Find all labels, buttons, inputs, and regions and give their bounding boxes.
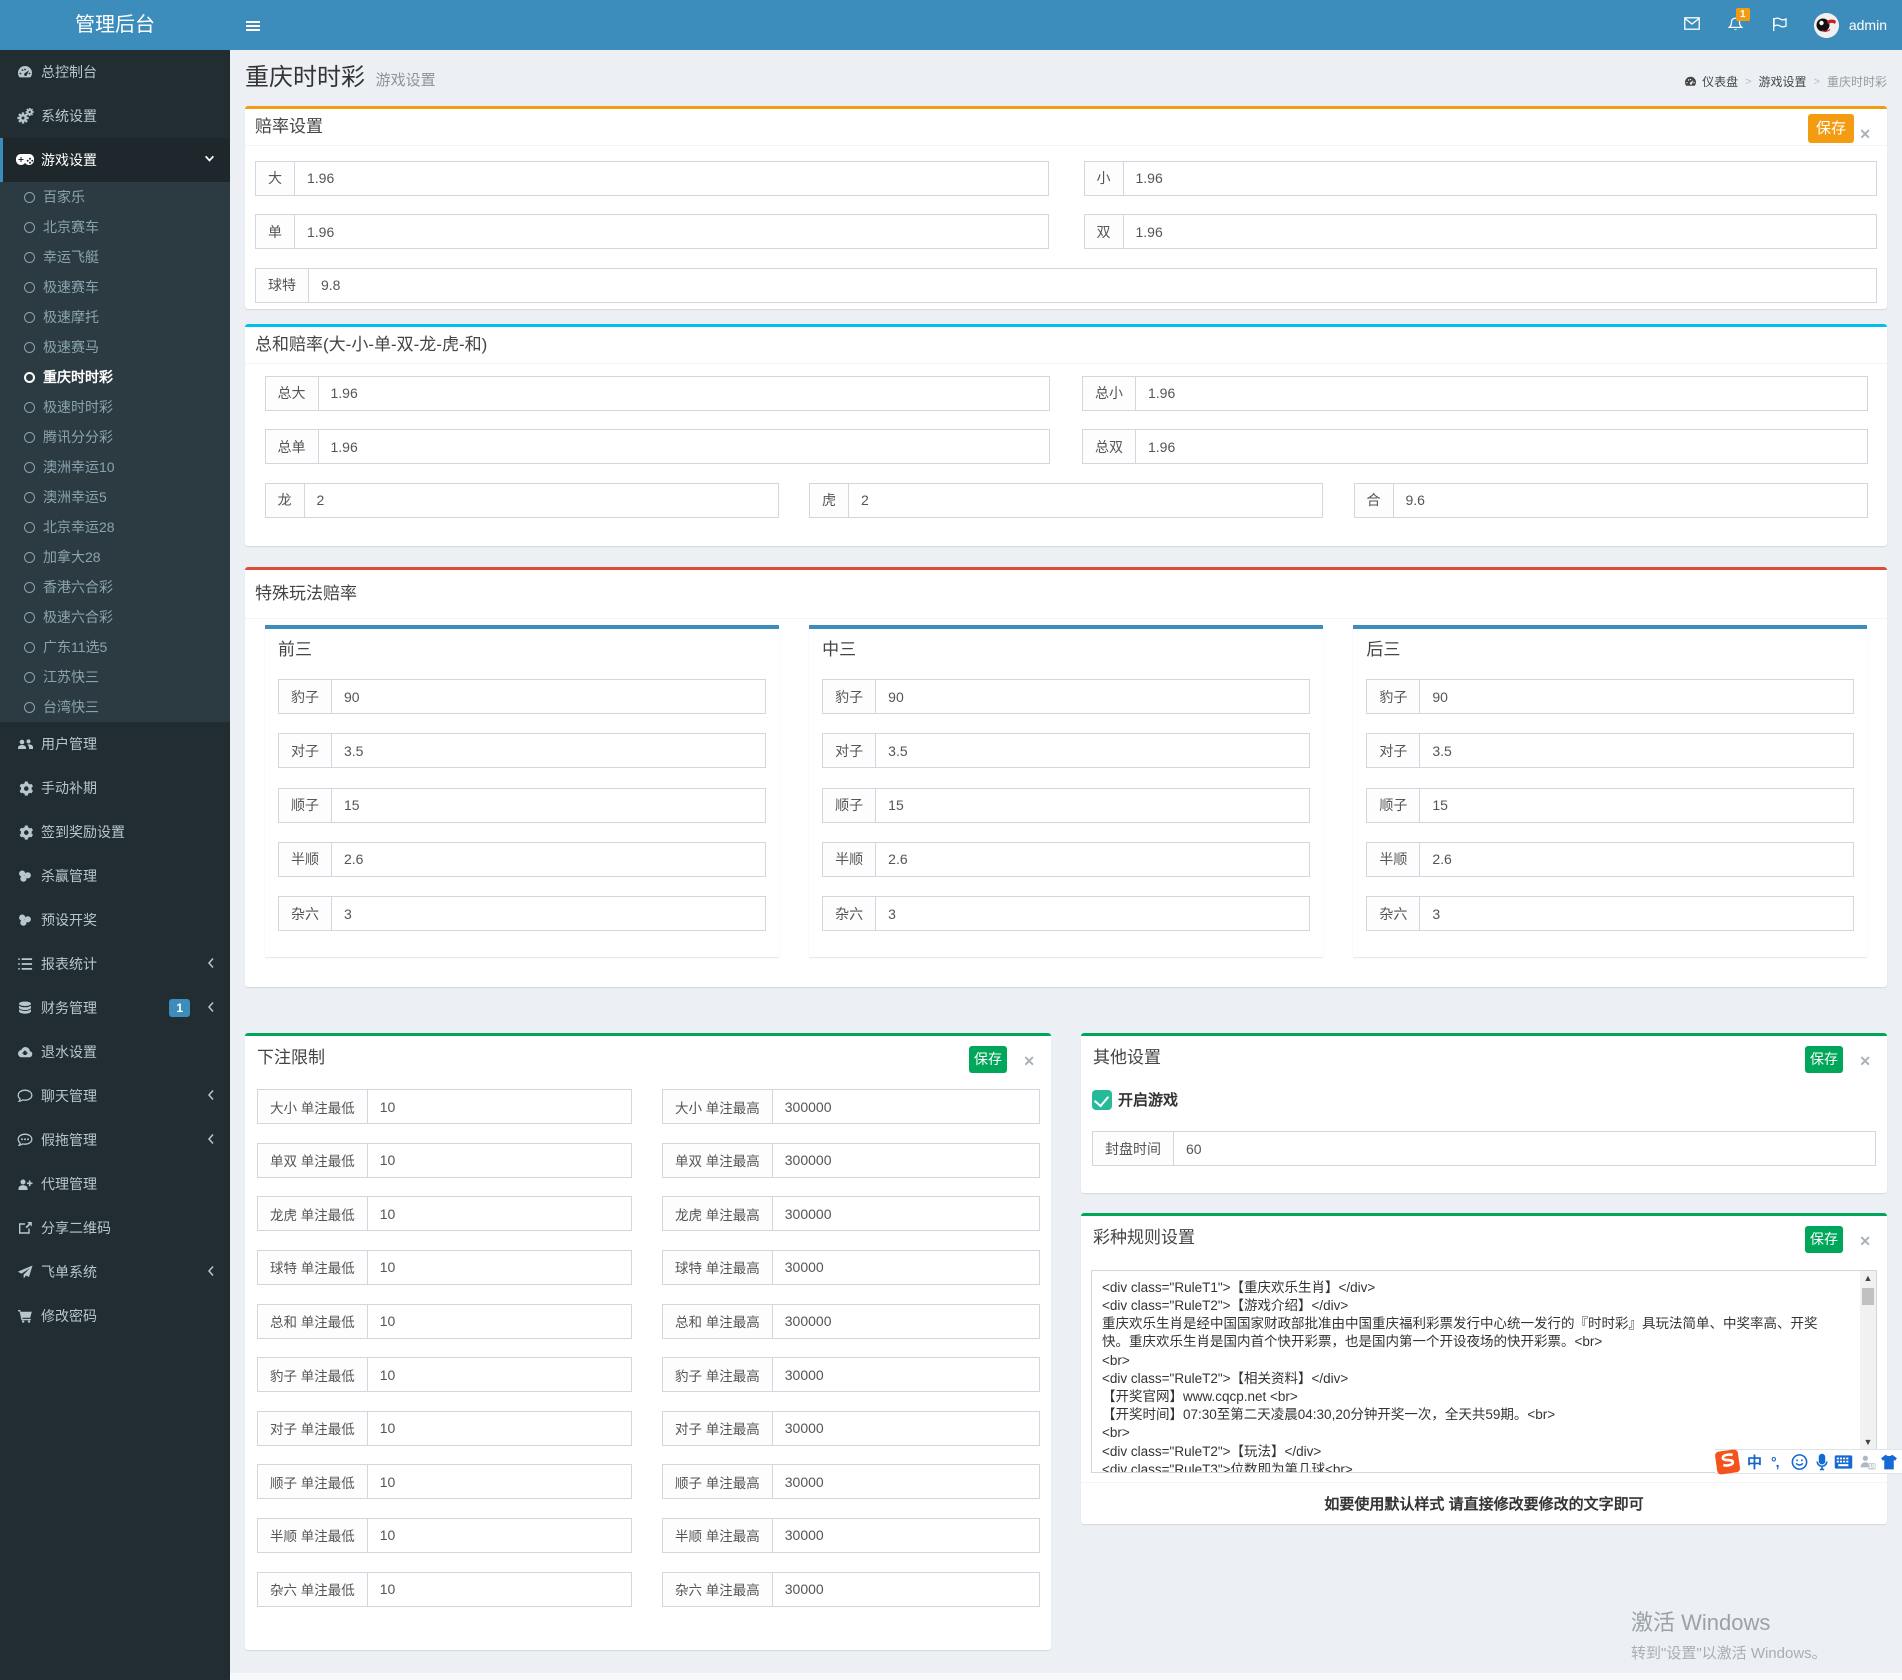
svg-text:19: 19 xyxy=(1869,1464,1876,1470)
